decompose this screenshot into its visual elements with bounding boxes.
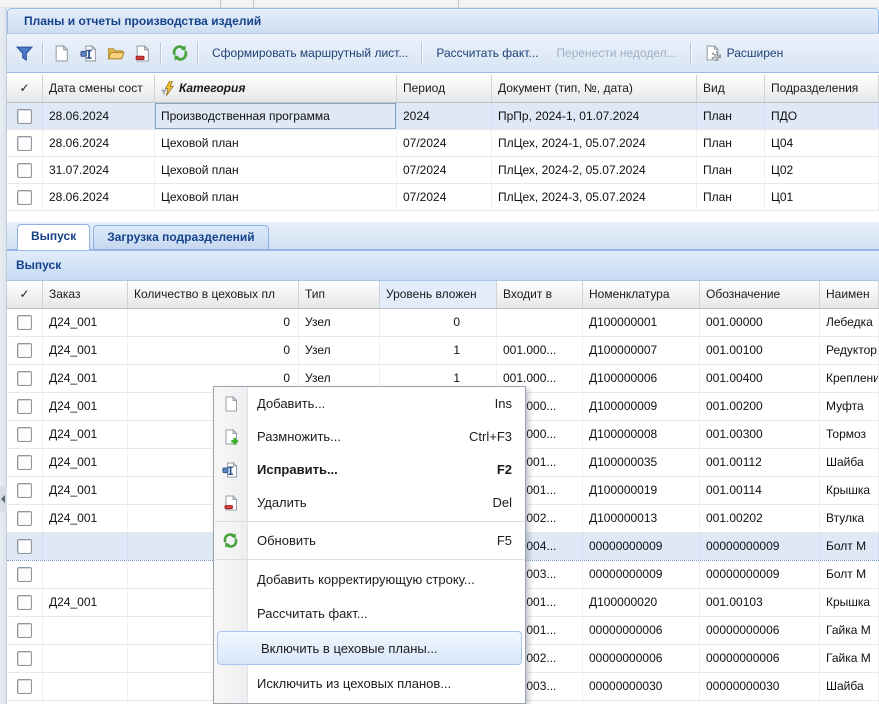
- output-panel-header: Выпуск: [7, 250, 879, 281]
- collapse-left-handle[interactable]: [0, 486, 7, 512]
- row-checkbox[interactable]: [7, 617, 43, 644]
- page-title: Планы и отчеты производства изделий: [24, 14, 261, 28]
- row-checkbox[interactable]: [7, 561, 43, 588]
- filter-icon[interactable]: [11, 40, 38, 66]
- toolbar-separator: [42, 42, 44, 64]
- open-folder-icon[interactable]: [102, 40, 129, 66]
- tab-bar: Выпуск Загрузка подразделений: [7, 222, 879, 250]
- toolbar: Сформировать маршрутный лист... Рассчита…: [7, 34, 879, 73]
- row-checkbox[interactable]: [7, 130, 43, 156]
- column-header-designation[interactable]: Обозначение: [700, 281, 820, 308]
- row-checkbox[interactable]: [7, 449, 43, 476]
- top-strip-divider: [458, 0, 459, 8]
- row-checkbox[interactable]: [7, 645, 43, 672]
- menu-item-exclude-from-shop-plans[interactable]: Исключить из цеховых планов...: [214, 666, 525, 700]
- column-header-check[interactable]: ✓: [7, 75, 43, 102]
- panel-titlebar: Планы и отчеты производства изделий: [7, 8, 879, 34]
- toolbar-separator: [160, 42, 162, 64]
- table-row[interactable]: Д24_001 0 Узел 1 001.000... Д100000007 0…: [7, 337, 879, 365]
- column-header-name[interactable]: Наимен: [820, 281, 879, 308]
- toolbar-separator: [421, 42, 423, 64]
- menu-item-edit[interactable]: Исправить... F2: [214, 453, 525, 486]
- refresh-icon: [214, 532, 247, 549]
- output-grid-header: ✓ Заказ Количество в цеховых пл Тип Уров…: [7, 281, 879, 309]
- plans-grid-header: ✓ Дата смены сост Категория Период Докум…: [7, 75, 879, 103]
- table-row[interactable]: 28.06.2024 Производственная программа 20…: [7, 103, 879, 130]
- row-checkbox[interactable]: [7, 365, 43, 392]
- row-checkbox[interactable]: [7, 505, 43, 532]
- calc-fact-button[interactable]: Рассчитать факт...: [427, 40, 547, 66]
- edit-document-icon[interactable]: [75, 40, 102, 66]
- column-header-check[interactable]: ✓: [7, 281, 43, 308]
- carry-over-button[interactable]: Перенести недодел...: [547, 40, 685, 66]
- table-row[interactable]: Д24_001 0 Узел 0 Д100000001 001.00000 Ле…: [7, 309, 879, 337]
- context-menu: Добавить... Ins Размножить... Ctrl+F3 Ис…: [213, 386, 526, 704]
- column-header-type[interactable]: Тип: [299, 281, 380, 308]
- column-header-kind[interactable]: Вид: [697, 75, 765, 102]
- table-row[interactable]: 28.06.2024 Цеховой план 07/2024 ПлЦех, 2…: [7, 130, 879, 157]
- column-header-period[interactable]: Период: [397, 75, 492, 102]
- toolbar-separator: [690, 42, 692, 64]
- advanced-button[interactable]: Расширен: [696, 40, 793, 66]
- column-header-order[interactable]: Заказ: [43, 281, 128, 308]
- menu-item-add[interactable]: Добавить... Ins: [214, 387, 525, 420]
- edit-document-icon: [214, 462, 247, 478]
- menu-separator: [215, 521, 524, 522]
- panel-header-title: Выпуск: [16, 258, 61, 272]
- column-header-level[interactable]: Уровень вложен: [380, 281, 497, 308]
- row-checkbox[interactable]: [7, 337, 43, 364]
- column-header-category[interactable]: Категория: [155, 75, 397, 102]
- top-edge-strip: [0, 0, 879, 8]
- menu-item-include-in-shop-plans[interactable]: Включить в цеховые планы...: [217, 631, 522, 665]
- focused-cell: Производственная программа: [155, 103, 397, 129]
- row-checkbox[interactable]: [7, 673, 43, 700]
- menu-item-delete[interactable]: Удалить Del: [214, 486, 525, 519]
- toolbar-separator: [197, 42, 199, 64]
- top-strip-divider: [220, 0, 221, 8]
- table-row[interactable]: 31.07.2024 Цеховой план 07/2024 ПлЦех, 2…: [7, 157, 879, 184]
- row-checkbox[interactable]: [7, 103, 43, 129]
- menu-item-duplicate[interactable]: Размножить... Ctrl+F3: [214, 420, 525, 453]
- row-checkbox[interactable]: [7, 157, 43, 183]
- row-checkbox[interactable]: [7, 421, 43, 448]
- duplicate-document-icon: [214, 429, 247, 445]
- delete-document-icon[interactable]: [129, 40, 156, 66]
- new-document-icon[interactable]: [48, 40, 75, 66]
- row-checkbox[interactable]: [7, 477, 43, 504]
- column-header-date[interactable]: Дата смены сост: [43, 75, 155, 102]
- menu-separator: [215, 559, 524, 560]
- column-header-parent[interactable]: Входит в: [497, 281, 583, 308]
- left-region-splitter[interactable]: [0, 8, 7, 704]
- column-header-nomenclature[interactable]: Номенклатура: [583, 281, 700, 308]
- tab-vypusk[interactable]: Выпуск: [17, 224, 90, 250]
- top-strip-divider: [253, 0, 254, 8]
- add-document-icon: [214, 396, 247, 412]
- plans-grid: ✓ Дата смены сост Категория Период Докум…: [7, 75, 879, 211]
- refresh-icon[interactable]: [166, 40, 193, 66]
- menu-item-add-correcting-row[interactable]: Добавить корректирующую строку...: [214, 562, 525, 596]
- column-header-division[interactable]: Подразделения: [765, 75, 879, 102]
- row-checkbox[interactable]: [7, 589, 43, 616]
- form-route-sheet-button[interactable]: Сформировать маршрутный лист...: [203, 40, 417, 66]
- gear-page-icon: [705, 45, 722, 62]
- column-header-qty[interactable]: Количество в цеховых пл: [128, 281, 299, 308]
- delete-document-icon: [214, 495, 247, 511]
- column-header-document[interactable]: Документ (тип, №, дата): [492, 75, 697, 102]
- row-checkbox[interactable]: [7, 309, 43, 336]
- row-checkbox[interactable]: [7, 533, 43, 560]
- table-row[interactable]: 28.06.2024 Цеховой план 07/2024 ПлЦех, 2…: [7, 184, 879, 211]
- row-checkbox[interactable]: [7, 393, 43, 420]
- menu-item-calc-fact[interactable]: Рассчитать факт...: [214, 596, 525, 630]
- filter-lightning-icon: [161, 81, 176, 96]
- row-checkbox[interactable]: [7, 184, 43, 210]
- tab-zagruzka-podrazdeleniy[interactable]: Загрузка подразделений: [93, 225, 268, 249]
- menu-item-refresh[interactable]: Обновить F5: [214, 524, 525, 557]
